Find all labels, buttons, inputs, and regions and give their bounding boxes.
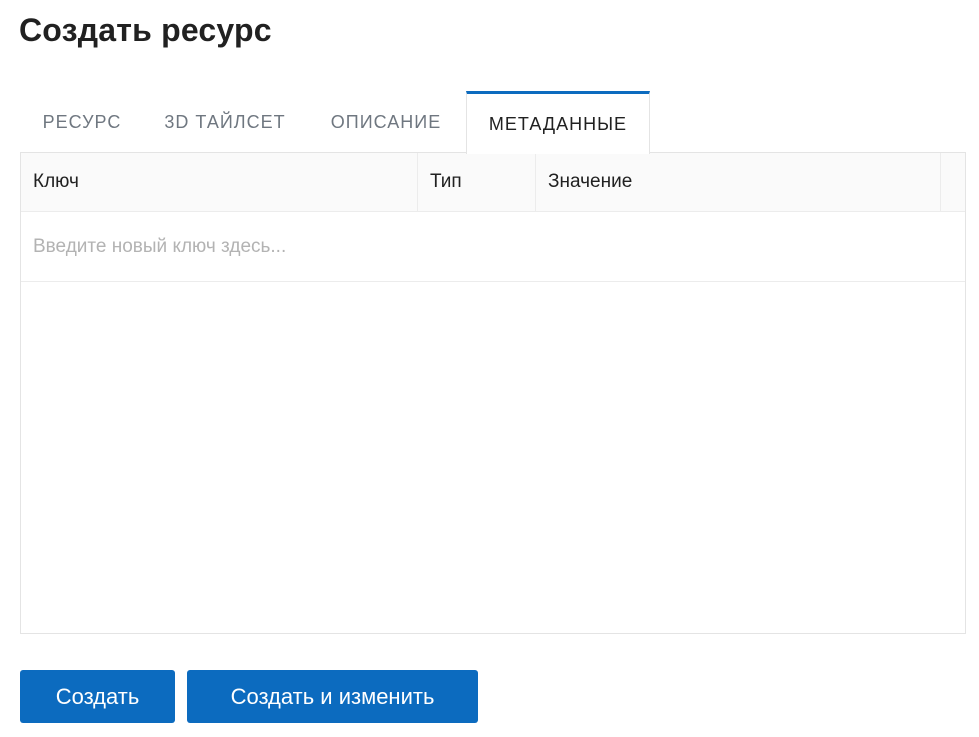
tab-bar: РЕСУРС 3D ТАЙЛСЕТ ОПИСАНИЕ МЕТАДАННЫЕ [20,91,650,154]
tab-description[interactable]: ОПИСАНИЕ [306,91,466,153]
create-resource-page: Создать ресурс РЕСУРС 3D ТАЙЛСЕТ ОПИСАНИ… [0,0,979,737]
column-header-value[interactable]: Значение [536,153,941,211]
create-and-edit-button[interactable]: Создать и изменить [187,670,478,723]
metadata-grid-header: Ключ Тип Значение [21,153,965,212]
form-actions: Создать Создать и изменить [20,670,478,723]
metadata-panel: Ключ Тип Значение [20,152,966,634]
tab-metadata[interactable]: МЕТАДАННЫЕ [466,91,650,154]
column-header-type[interactable]: Тип [418,153,536,211]
tab-3d-tileset[interactable]: 3D ТАЙЛСЕТ [144,91,306,153]
create-button[interactable]: Создать [20,670,175,723]
new-metadata-row [21,212,965,282]
page-title: Создать ресурс [19,12,272,48]
column-header-key[interactable]: Ключ [21,153,418,211]
new-key-input[interactable] [21,212,965,281]
tab-resource[interactable]: РЕСУРС [20,91,144,153]
